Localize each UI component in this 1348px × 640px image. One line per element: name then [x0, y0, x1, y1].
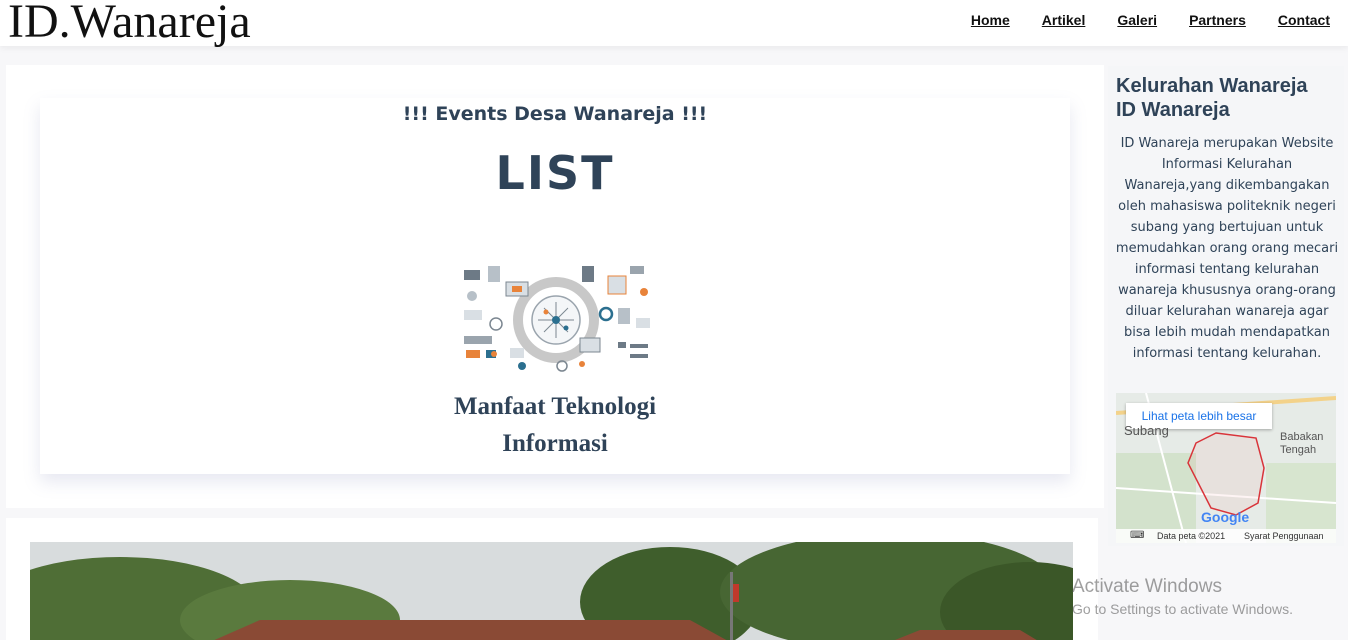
map-data-attribution: Data peta ©2021: [1157, 531, 1226, 541]
activate-windows-watermark: Activate Windows Go to Settings to activ…: [1072, 576, 1293, 617]
map-label-tengah: Tengah: [1280, 444, 1317, 456]
map-terms-link[interactable]: Syarat Penggunaan: [1244, 531, 1324, 541]
event-card[interactable]: !!! Events Desa Wanareja !!! LIST Manfaa…: [40, 98, 1070, 474]
article-title[interactable]: Manfaat Teknologi Informasi: [430, 388, 680, 462]
events-heading: !!! Events Desa Wanareja !!!: [402, 103, 708, 125]
village-photo-art: [30, 542, 1073, 640]
embedded-map[interactable]: Lihat peta lebih besar Subang Babakan Te…: [1116, 393, 1336, 543]
technology-illustration[interactable]: [458, 262, 654, 376]
map-label-subang: Subang: [1124, 423, 1169, 438]
nav-partners[interactable]: Partners: [1189, 12, 1246, 28]
main-nav: Home Artikel Galeri Partners Contact: [971, 12, 1330, 28]
village-photo[interactable]: [30, 542, 1073, 640]
sidebar-description: ID Wanareja merupakan Website Informasi …: [1115, 136, 1339, 361]
google-logo-text: Google: [1201, 509, 1250, 525]
list-title: LIST: [495, 146, 615, 200]
keyboard-icon[interactable]: ⌨: [1130, 530, 1144, 541]
sidebar-title: Kelurahan Wanareja ID Wanareja: [1116, 74, 1338, 122]
site-header: ID.Wanareja Home Artikel Galeri Partners…: [0, 0, 1348, 48]
article-title-line2: Informasi: [502, 430, 608, 457]
nav-contact[interactable]: Contact: [1278, 12, 1330, 28]
google-logo: Google: [1201, 509, 1249, 525]
map-label-babakan: Babakan: [1280, 431, 1324, 443]
site-logo[interactable]: ID.Wanareja: [8, 0, 251, 48]
watermark-subtitle: Go to Settings to activate Windows.: [1072, 601, 1293, 617]
article-title-line1: Manfaat Teknologi: [453, 393, 657, 420]
nav-home[interactable]: Home: [971, 12, 1010, 28]
sidebar-title-line1: Kelurahan Wanareja: [1116, 75, 1308, 97]
nav-artikel[interactable]: Artikel: [1042, 12, 1086, 28]
sidebar: Kelurahan Wanareja ID Wanareja ID Wanare…: [1108, 66, 1344, 546]
nav-galeri[interactable]: Galeri: [1117, 12, 1157, 28]
watermark-title: Activate Windows: [1072, 576, 1222, 597]
map-footer: ⌨ Data peta ©2021 Syarat Penggunaan: [1116, 529, 1336, 543]
sidebar-title-line2: ID Wanareja: [1116, 99, 1230, 121]
